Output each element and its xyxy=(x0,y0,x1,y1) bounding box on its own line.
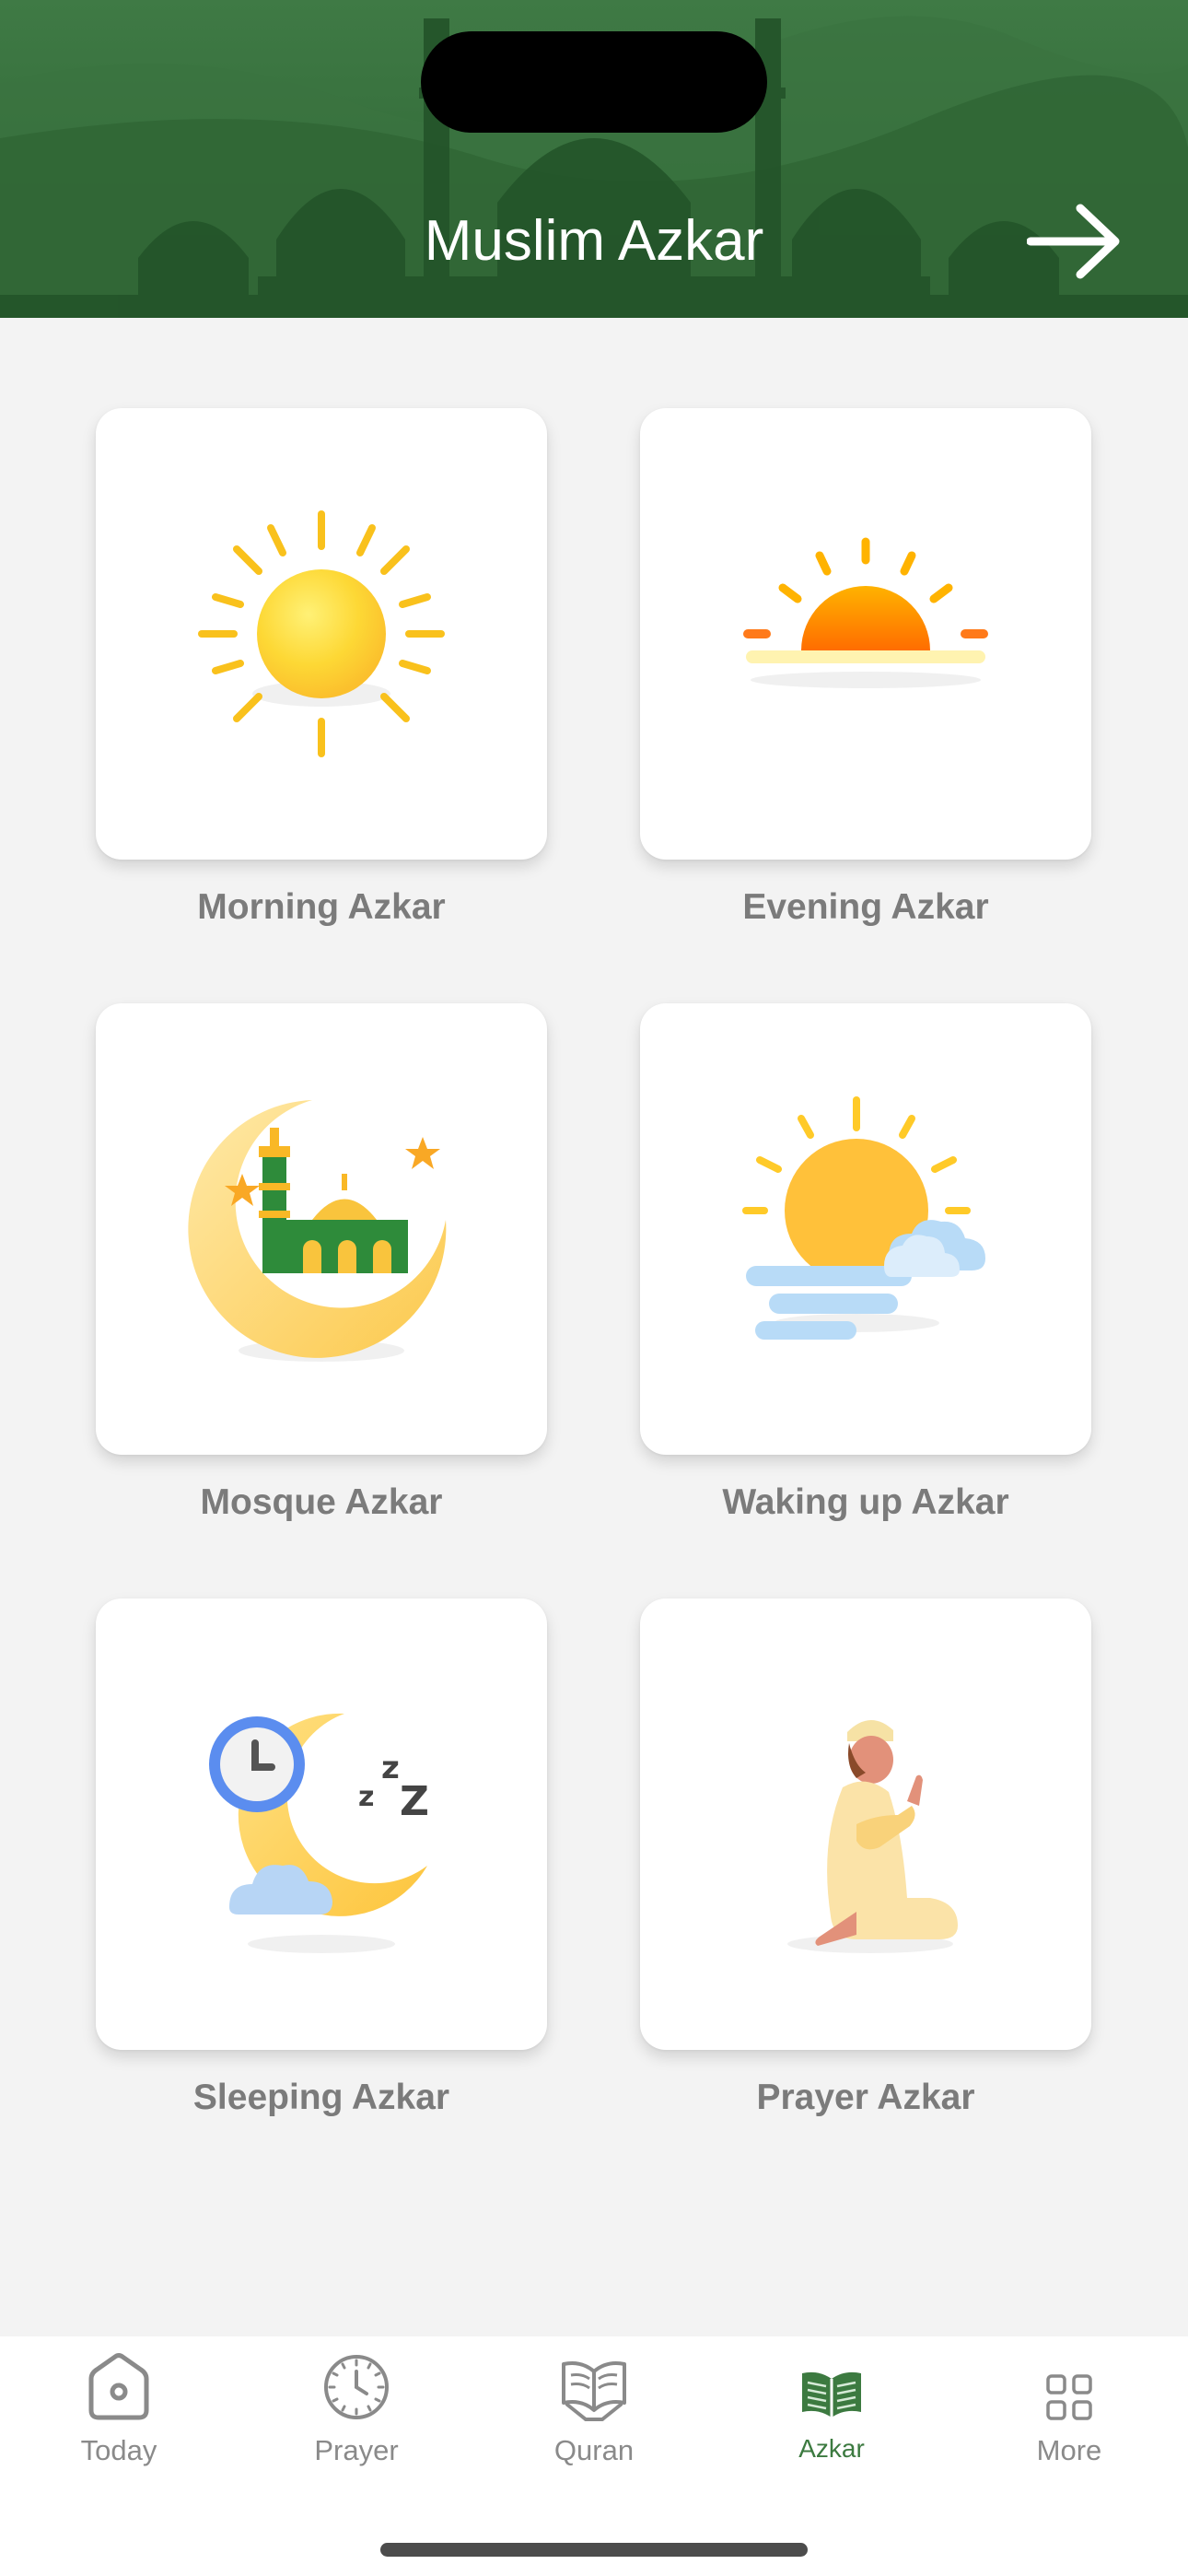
svg-text:Z: Z xyxy=(400,1778,429,1825)
svg-text:z: z xyxy=(381,1750,400,1786)
category-card-evening[interactable] xyxy=(640,408,1091,860)
category-card-sleeping[interactable]: z z Z xyxy=(96,1598,547,2050)
arrow-right-icon xyxy=(1027,204,1120,279)
clock-icon xyxy=(324,2355,389,2419)
category-card-morning[interactable] xyxy=(96,408,547,860)
tab-quran[interactable]: Quran xyxy=(475,2346,713,2475)
tab-more[interactable]: More xyxy=(950,2346,1188,2475)
app-header: Muslim Azkar xyxy=(0,0,1188,318)
grid-icon xyxy=(1046,2374,1092,2420)
category-label: Evening Azkar xyxy=(742,887,989,927)
azkar-book-icon xyxy=(802,2371,861,2418)
category-label: Morning Azkar xyxy=(197,887,446,927)
tab-today[interactable]: Today xyxy=(0,2346,238,2475)
sun-icon xyxy=(198,510,445,757)
svg-text:z: z xyxy=(358,1781,374,1813)
page-title: Muslim Azkar xyxy=(424,209,764,273)
tab-label: Quran xyxy=(553,2434,635,2466)
praying-man-icon xyxy=(787,1719,958,1953)
open-book-icon xyxy=(562,2361,626,2421)
home-icon xyxy=(88,2353,149,2420)
tab-prayer[interactable]: Prayer xyxy=(238,2346,475,2475)
dynamic-island xyxy=(421,31,767,133)
category-label: Waking up Azkar xyxy=(722,1482,1009,1522)
tab-label: Prayer xyxy=(314,2434,399,2466)
crescent-mosque-icon xyxy=(188,1100,447,1362)
category-card-waking-up[interactable] xyxy=(640,1003,1091,1455)
home-indicator[interactable] xyxy=(380,2543,808,2557)
tab-label: More xyxy=(1036,2434,1102,2466)
moon-clock-sleep-icon: z z Z xyxy=(209,1713,429,1953)
sunset-icon xyxy=(743,537,988,688)
tab-label: Azkar xyxy=(798,2434,865,2463)
category-card-prayer[interactable] xyxy=(640,1598,1091,2050)
forward-arrow-button[interactable] xyxy=(1024,195,1125,287)
category-label: Sleeping Azkar xyxy=(192,2078,450,2117)
tab-label: Today xyxy=(80,2434,157,2466)
category-card-mosque[interactable] xyxy=(96,1003,547,1455)
tab-azkar[interactable]: Azkar xyxy=(713,2346,950,2475)
category-label: Prayer Azkar xyxy=(756,2078,975,2117)
category-label: Mosque Azkar xyxy=(200,1482,443,1522)
sun-cloud-icon xyxy=(742,1096,985,1340)
